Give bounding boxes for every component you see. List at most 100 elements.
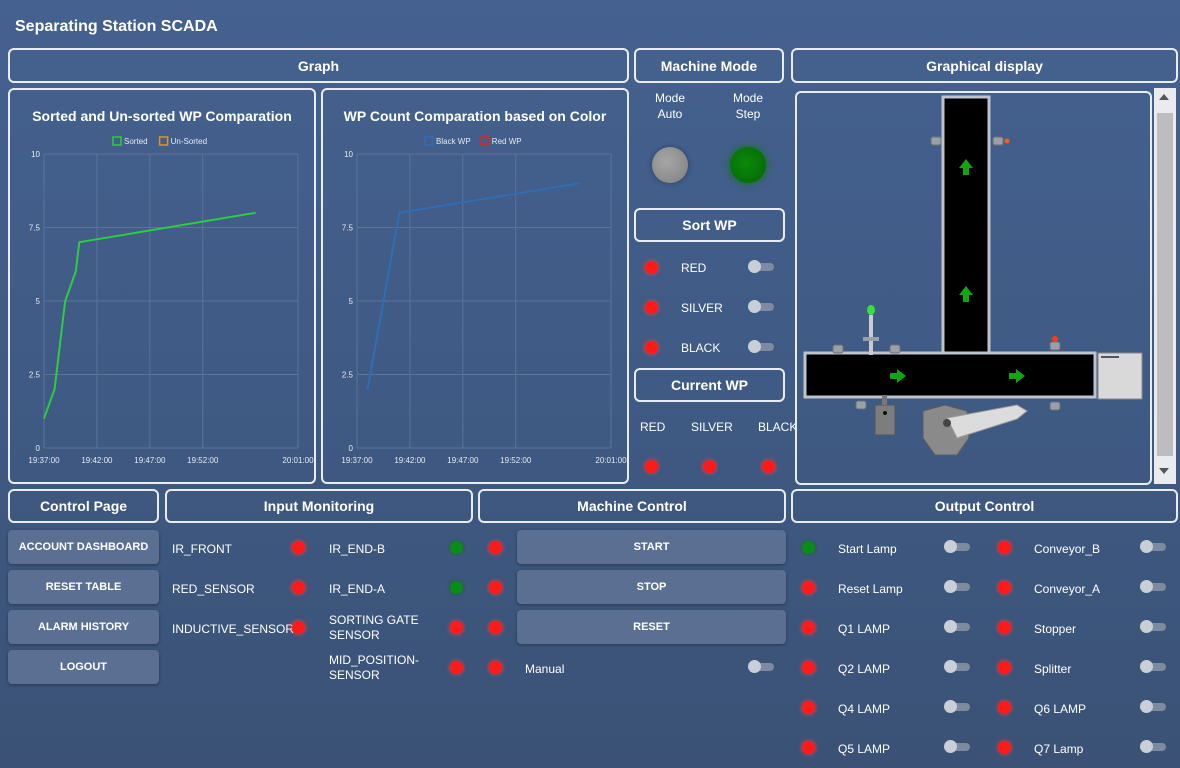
q1-lamp-label: Q1 LAMP [838, 622, 891, 636]
ir-end-a-led-2 [489, 581, 502, 594]
sort-black-label: BLACK [681, 341, 721, 355]
mode-step-line2: Step [735, 107, 761, 121]
graphical-display-panel [795, 91, 1152, 485]
x-tick-label: 20:01:00 [595, 456, 627, 465]
ir-front-led [292, 541, 305, 554]
x-tick-label: 19:37:00 [28, 456, 60, 465]
display-scrollbar[interactable] [1154, 88, 1176, 484]
stop-button[interactable]: STOP [517, 570, 786, 604]
conveyor-a-label: Conveyor_A [1034, 582, 1101, 596]
y-tick-label: 0 [36, 444, 41, 453]
y-tick-label: 5 [349, 297, 354, 306]
reset-lamp-label: Reset Lamp [838, 582, 903, 596]
reset-button[interactable]: RESET [517, 610, 786, 644]
x-tick-label: 19:47:00 [447, 456, 479, 465]
x-tick-label: 19:42:00 [394, 456, 426, 465]
series-line [366, 182, 580, 390]
conveyor-a-toggle[interactable] [1140, 580, 1166, 593]
red-sensor-led [292, 581, 305, 594]
start-lamp-led [802, 541, 815, 554]
ir-front-label: IR_FRONT [172, 542, 232, 556]
current-black-led [762, 460, 775, 473]
manual-toggle[interactable] [748, 660, 774, 673]
q4-lamp-led [802, 701, 815, 714]
account-dashboard-button[interactable]: ACCOUNT DASHBOARD [8, 530, 159, 564]
start-button[interactable]: START [517, 530, 786, 564]
legend-swatch [424, 136, 434, 146]
mode-auto-indicator [652, 147, 688, 183]
stopper-label: Stopper [1034, 622, 1077, 636]
current-red-label: RED [640, 420, 666, 434]
mode-auto-line2: Auto [657, 107, 683, 121]
y-tick-label: 5 [36, 297, 41, 306]
q5-lamp-toggle[interactable] [944, 740, 970, 753]
q4-lamp-label: Q4 LAMP [838, 702, 891, 716]
q2-lamp-toggle[interactable] [944, 660, 970, 673]
q7-lamp-toggle[interactable] [1140, 740, 1166, 753]
q1-lamp-led [802, 621, 815, 634]
splitter-label: Splitter [1034, 662, 1072, 676]
mid-position-led-1 [450, 661, 463, 674]
logout-button[interactable]: LOGOUT [8, 650, 159, 684]
mode-step-indicator [730, 147, 766, 183]
q7-lamp-label: Q7 Lamp [1034, 742, 1084, 756]
x-tick-label: 19:37:00 [341, 456, 373, 465]
reset-table-button[interactable]: RESET TABLE [8, 570, 159, 604]
stopper-toggle[interactable] [1140, 620, 1166, 633]
conveyor-b-toggle[interactable] [1140, 540, 1166, 553]
splitter-led [998, 661, 1011, 674]
q2-lamp-label: Q2 LAMP [838, 662, 891, 676]
legend-label: Un-Sorted [171, 137, 207, 146]
output-control-header: Output Control [791, 489, 1178, 523]
splitter-toggle[interactable] [1140, 660, 1166, 673]
y-tick-label: 7.5 [29, 224, 41, 233]
legend-swatch [158, 136, 169, 146]
mode-auto-line1: Mode [654, 91, 686, 105]
red-sensor-label: RED_SENSOR [172, 582, 255, 596]
manual-label: Manual [525, 662, 565, 676]
q7-lamp-led [998, 741, 1011, 754]
graphical-display-header: Graphical display [791, 48, 1178, 83]
q6-lamp-label: Q6 LAMP [1034, 702, 1087, 716]
y-tick-label: 10 [31, 150, 40, 159]
start-lamp-toggle[interactable] [944, 540, 970, 553]
q2-lamp-led [802, 661, 815, 674]
y-tick-label: 2.5 [342, 371, 354, 380]
legend-swatch [112, 136, 122, 146]
q5-lamp-label: Q5 LAMP [838, 742, 891, 756]
sorting-gate-line2: SENSOR [329, 628, 380, 642]
legend-swatch [480, 136, 490, 146]
x-tick-label: 19:52:00 [500, 456, 532, 465]
legend-label: Sorted [124, 137, 148, 146]
graph-header: Graph [8, 48, 629, 83]
x-tick-label: 20:01:00 [282, 456, 314, 465]
sort-silver-toggle[interactable] [748, 300, 774, 313]
legend-label: Black WP [436, 137, 471, 146]
scroll-thumb[interactable] [1157, 113, 1173, 456]
sort-black-toggle[interactable] [748, 340, 774, 353]
sorting-gate-led-2 [489, 621, 502, 634]
q6-lamp-led [998, 701, 1011, 714]
q4-lamp-toggle[interactable] [944, 700, 970, 713]
ir-end-a-led-1 [450, 581, 463, 594]
mode-auto-label: Mode Auto [650, 90, 690, 122]
inductive-sensor-label: INDUCTIVE_SENSOR [172, 622, 295, 636]
scroll-down-arrow[interactable] [1159, 468, 1169, 474]
inductive-sensor-led [292, 621, 305, 634]
sort-red-label: RED [681, 261, 707, 275]
y-tick-label: 0 [349, 444, 354, 453]
current-wp-header: Current WP [634, 368, 785, 402]
q1-lamp-toggle[interactable] [944, 620, 970, 633]
sorting-gate-line1: SORTING GATE [329, 613, 419, 627]
q6-lamp-toggle[interactable] [1140, 700, 1166, 713]
alarm-history-button[interactable]: ALARM HISTORY [8, 610, 159, 644]
sort-red-toggle[interactable] [748, 260, 774, 273]
sort-silver-led [645, 301, 658, 314]
reset-lamp-toggle[interactable] [944, 580, 970, 593]
sort-black-led [645, 341, 658, 354]
conveyor-b-led [998, 541, 1011, 554]
control-page-header: Control Page [8, 489, 159, 523]
current-silver-label: SILVER [691, 420, 733, 434]
scroll-up-arrow[interactable] [1159, 94, 1169, 100]
ir-end-b-led-2 [489, 541, 502, 554]
